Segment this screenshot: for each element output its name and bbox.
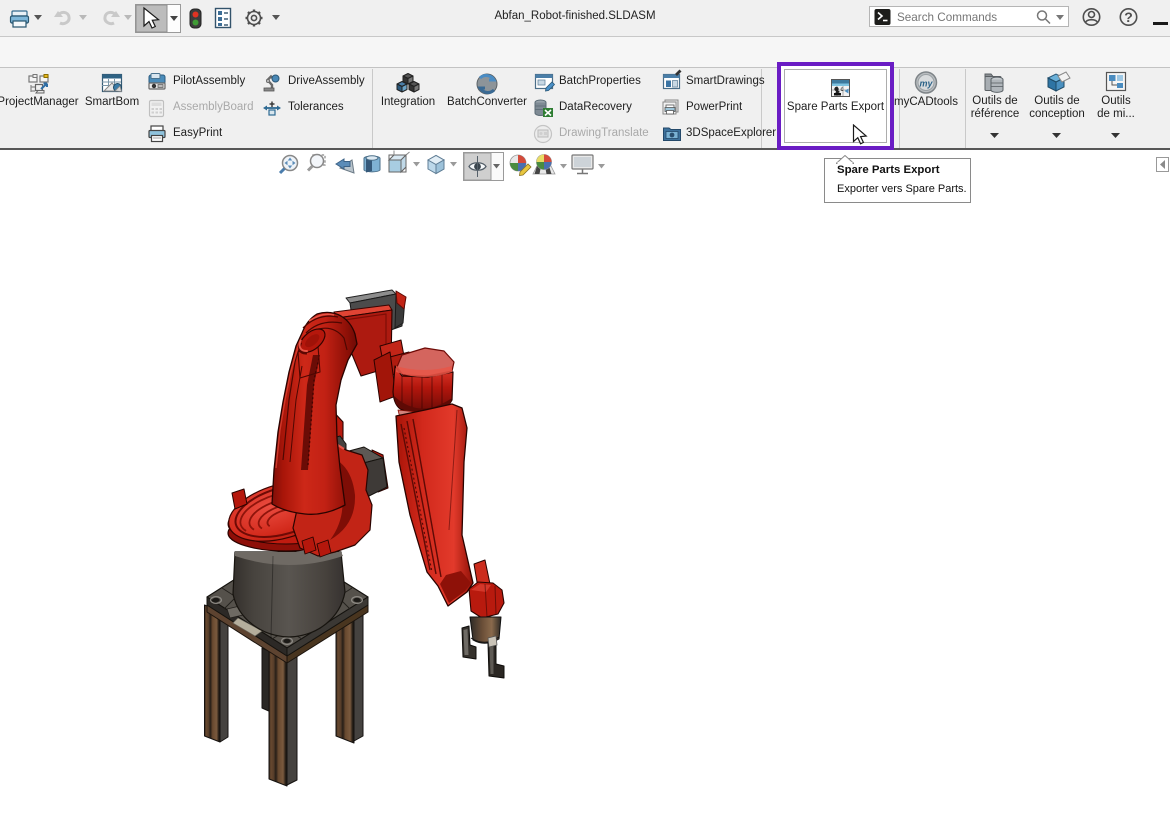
- svg-text:?: ?: [1124, 9, 1133, 25]
- svg-text:c: c: [841, 87, 844, 93]
- svg-text:my: my: [919, 79, 933, 89]
